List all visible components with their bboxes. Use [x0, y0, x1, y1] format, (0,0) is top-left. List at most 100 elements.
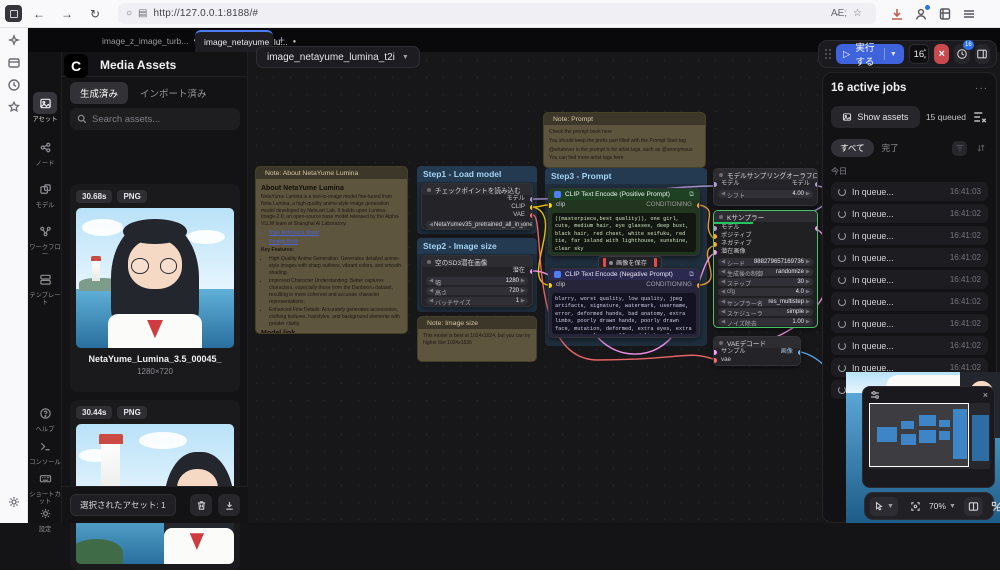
clip-negative-node[interactable]: CLIP Text Encode (Negative Prompt) ⧉ cli… — [548, 268, 700, 338]
zoom-level-dropdown[interactable]: 70% ▼ — [929, 501, 956, 511]
jobs-menu-button[interactable]: ··· — [975, 83, 988, 94]
extensions-icon[interactable] — [938, 7, 952, 21]
sidebar-item-shortcuts[interactable]: ショートカット — [28, 467, 62, 505]
comfyui-logo[interactable]: C — [64, 54, 88, 78]
conditioning-pin-icon[interactable] — [697, 283, 701, 288]
filter-all-chip[interactable]: すべて — [831, 139, 874, 157]
output-image[interactable]: 画像 — [781, 348, 793, 356]
url-bar[interactable]: ○ ▤ http://127.0.0.1:8188/# A̵E; ☆ — [118, 3, 876, 24]
minimap-options-icon[interactable] — [869, 389, 881, 401]
input-negative[interactable]: ネガティブ — [721, 240, 752, 248]
sampler-name-widget[interactable]: ◀ サンプラー名res_multistep▶ — [718, 298, 813, 307]
vae-decode-node[interactable]: VAEデコード サンプル 画像 vae — [713, 336, 801, 366]
decrement-icon[interactable]: ▼ — [923, 54, 927, 62]
collapse-dot-icon[interactable] — [719, 173, 723, 177]
load-checkpoint-node[interactable]: チェックポイントを読み込む モデル CLIP VAE ◀NetaYumev35_… — [421, 183, 533, 230]
history-clock-icon[interactable] — [7, 78, 21, 92]
page-info-icon[interactable]: ▤ — [138, 8, 147, 19]
output-model[interactable]: モデル — [791, 180, 810, 188]
toggle-links-button[interactable] — [987, 497, 1000, 516]
asset-thumbnail-1[interactable] — [76, 208, 234, 348]
minimap-panel[interactable]: × — [862, 386, 995, 488]
note-about-node[interactable]: Note: About NetaYume Lumina About NetaYu… — [255, 166, 408, 334]
bookmarks-star-icon[interactable] — [7, 100, 21, 114]
control-after-generate-widget[interactable]: ◀ 生成後の制御randomize▶ — [718, 268, 813, 277]
minimap-canvas[interactable] — [869, 403, 990, 469]
expand-icon[interactable]: ⧉ — [689, 271, 694, 279]
save-image-collapsed-node[interactable]: 画像を保存 — [598, 256, 662, 269]
shield-icon[interactable]: ○ — [126, 8, 132, 19]
translate-icon[interactable]: A̵E; — [831, 8, 847, 19]
reload-button[interactable]: ↻ — [84, 7, 106, 21]
height-widget[interactable]: ◀ 高さ720▶ — [426, 287, 528, 296]
minimap-close-icon[interactable]: × — [983, 390, 988, 400]
input-latent-image[interactable]: 潜在画像 — [721, 248, 746, 256]
bookmark-star-icon[interactable]: ☆ — [853, 8, 862, 19]
sidebar-item-models[interactable]: モデル — [28, 178, 62, 209]
input-vae[interactable]: vae — [721, 356, 731, 364]
job-row[interactable]: In queue...16:41:02 — [831, 226, 988, 245]
input-clip[interactable]: clip — [556, 280, 565, 290]
sidebar-item-workflows[interactable]: ワークフロー — [28, 220, 62, 258]
asset-search[interactable] — [70, 108, 240, 130]
width-widget[interactable]: ◀ 幅1280▶ — [426, 277, 528, 286]
download-asset-button[interactable] — [218, 494, 240, 516]
workflow-name-dropdown[interactable]: image_netayume_lumina_t2i ▼ — [256, 46, 420, 68]
latent-pin-icon[interactable] — [530, 269, 534, 274]
job-row[interactable]: In queue...16:41:02 — [831, 270, 988, 289]
model-pin-icon[interactable] — [713, 226, 717, 231]
downloads-icon[interactable] — [890, 7, 904, 21]
collapse-dot-icon[interactable] — [719, 215, 723, 219]
sidebar-item-help[interactable]: ヘルプ — [28, 402, 62, 433]
account-icon[interactable] — [914, 7, 928, 21]
ckpt-name-widget[interactable]: ◀NetaYumev35_pretrained_all_in_one.sa...… — [426, 221, 528, 230]
note-image-size-node[interactable]: Note: Image size This model is best at 1… — [417, 316, 537, 362]
tab-generated[interactable]: 生成済み — [70, 82, 128, 104]
negative-prompt-textarea[interactable]: blurry, worst quality, low quality, jpeg… — [552, 293, 696, 334]
note-link[interactable]: Style Reference Sheet — [269, 230, 402, 237]
input-model[interactable]: モデル — [721, 180, 740, 188]
image-pin-icon[interactable] — [798, 350, 802, 355]
latent-pin-icon[interactable] — [713, 250, 717, 255]
ksampler-node[interactable]: Kサンプラー モデル ポジティブ ネガティブ 潜在画像 ◀ シード8882796… — [713, 210, 818, 328]
cancel-run-button[interactable]: × — [934, 44, 949, 64]
clip-pin-icon[interactable] — [548, 283, 552, 288]
input-samples[interactable]: サンプル — [721, 348, 746, 356]
expand-icon[interactable]: ⧉ — [689, 191, 694, 199]
back-button[interactable]: ← — [28, 7, 50, 21]
job-row[interactable]: In queue...16:41:02 — [831, 336, 988, 355]
asset-card-2[interactable]: 30.44s PNG — [70, 400, 240, 570]
batch-size-widget[interactable]: ◀ バッチサイズ1▶ — [426, 297, 528, 306]
batch-count-stepper[interactable]: 16 ▲▼ — [909, 44, 929, 64]
clip-pin-icon[interactable] — [548, 203, 552, 208]
filter-done-chip[interactable]: 完了 — [882, 142, 899, 154]
sidebar-item-assets[interactable]: アセット — [28, 92, 62, 123]
output-model[interactable]: モデル — [506, 195, 525, 203]
run-options-chevron-icon[interactable]: ▼ — [890, 51, 897, 58]
positive-prompt-textarea[interactable]: ((masterpiece,best quality)), one girl, … — [552, 213, 696, 252]
sidebar-item-settings[interactable]: 設定 — [28, 502, 62, 533]
model-pin-icon[interactable] — [713, 182, 717, 187]
delete-asset-button[interactable] — [190, 494, 212, 516]
job-row[interactable]: In queue...16:41:02 — [831, 314, 988, 333]
job-row[interactable]: In queue...16:41:02 — [831, 292, 988, 311]
search-input[interactable] — [92, 114, 233, 125]
clear-queue-icon[interactable] — [972, 109, 988, 125]
run-button[interactable]: ▷ 実行する ▼ — [836, 44, 904, 64]
sidebar-item-nodes[interactable]: ノード — [28, 136, 62, 167]
show-assets-button[interactable]: Show assets — [831, 106, 920, 128]
workflow-tab-1[interactable]: image_z_image_turb... ● — [93, 30, 193, 52]
collapse-dot-icon[interactable] — [609, 261, 613, 265]
vae-pin-icon[interactable] — [713, 358, 717, 363]
collapse-dot-icon[interactable] — [427, 260, 431, 264]
drag-handle[interactable] — [825, 49, 831, 59]
job-row[interactable]: In queue...16:41:02 — [831, 204, 988, 223]
conditioning-pin-icon[interactable] — [713, 242, 717, 247]
seed-widget[interactable]: ◀ シード888279657169736▶ — [718, 258, 813, 267]
tabs-overview-icon[interactable] — [7, 56, 21, 70]
output-conditioning[interactable]: CONDITIONING — [646, 280, 692, 290]
sidebar-item-templates[interactable]: テンプレート — [28, 268, 62, 306]
queue-history-button[interactable]: 16 — [954, 44, 969, 64]
url-text[interactable]: http://127.0.0.1:8188/# — [154, 8, 831, 19]
conditioning-pin-icon[interactable] — [697, 203, 701, 208]
